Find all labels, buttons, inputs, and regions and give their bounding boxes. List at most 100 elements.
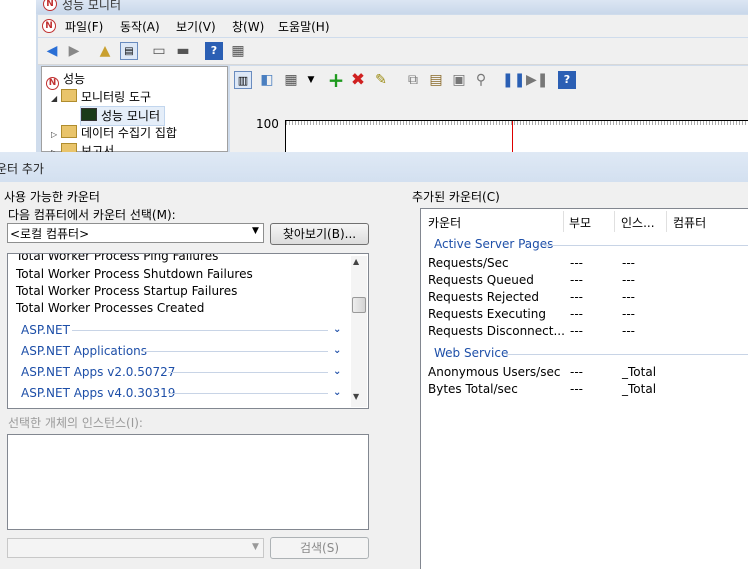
table-cell-counter[interactable]: Bytes Total/sec [428, 382, 518, 396]
browse-button[interactable]: 찾아보기(B)... [270, 223, 369, 245]
table-cell-counter[interactable]: Anonymous Users/sec [428, 365, 560, 379]
action-pane-icon[interactable]: ▦ [229, 42, 247, 60]
column-separator[interactable] [614, 211, 615, 232]
paste-counter-list-icon[interactable]: ▤ [427, 71, 445, 89]
column-header-parent[interactable]: 부모 [569, 214, 591, 231]
list-item[interactable]: Total Worker Processes Created [16, 301, 204, 315]
table-cell-counter[interactable]: Requests/Sec [428, 256, 509, 270]
scroll-down-icon[interactable]: ▼ [353, 392, 359, 401]
copy-properties-icon[interactable]: ⧉ [404, 71, 422, 89]
menu-help[interactable]: 도움말(H) [278, 18, 330, 35]
scrollbar-thumb[interactable] [352, 297, 366, 313]
category-divider [72, 330, 328, 331]
chevron-down-icon[interactable]: ⌄ [333, 366, 341, 377]
list-item[interactable]: Total Worker Process Ping Failures [16, 254, 218, 263]
column-separator[interactable] [563, 211, 564, 232]
graph-type-dropdown-icon[interactable]: ▼ [302, 71, 320, 89]
table-cell-instance: --- [622, 290, 635, 304]
change-graph-type-icon[interactable]: ▦ [282, 71, 300, 89]
zoom-icon[interactable]: ⚲ [472, 71, 490, 89]
tree-label: 데이터 수집기 집합 [81, 126, 177, 140]
table-cell-counter[interactable]: Requests Disconnect... [428, 324, 565, 338]
view-current-activity-icon[interactable]: ▥ [234, 71, 252, 89]
column-header-counter[interactable]: 카운터 [428, 214, 461, 231]
counter-category[interactable]: ASP.NET Applications [21, 344, 147, 358]
properties-icon[interactable]: ▭ [150, 42, 168, 60]
chevron-down-icon[interactable]: ⌄ [333, 345, 341, 356]
table-cell-instance: --- [622, 307, 635, 321]
group-divider [544, 245, 748, 246]
back-arrow-icon[interactable]: ◀ [43, 42, 61, 60]
print-icon[interactable]: ▬ [174, 42, 192, 60]
menu-action[interactable]: 동작(A) [120, 18, 160, 35]
help-icon[interactable]: ? [558, 71, 576, 89]
menu-app-icon[interactable]: N [42, 19, 56, 33]
perfmon-menubar: N 파일(F) 동작(A) 보기(V) 창(W) 도움말(H) [38, 15, 748, 37]
tree-label: 모니터링 도구 [81, 90, 152, 104]
available-counters-label: 사용 가능한 카운터 [4, 190, 100, 204]
chevron-down-icon[interactable]: ⌄ [333, 324, 341, 335]
delete-counter-icon[interactable]: ✖ [349, 71, 367, 89]
update-data-icon[interactable]: ▶❚ [526, 71, 549, 89]
graph-toolbar: ▥ ◧ ▦ ▼ + ✖ ✎ ⧉ ▤ ▣ ⚲ ❚❚ ▶❚ ? [232, 69, 748, 95]
counter-list-scrollbar[interactable] [351, 256, 367, 407]
up-folder-icon[interactable]: ▲ [96, 42, 114, 60]
graph-gridline [286, 121, 748, 125]
highlight-icon[interactable]: ✎ [372, 71, 390, 89]
add-counter-icon[interactable]: + [327, 70, 345, 90]
perfmon-title: 성능 모니터 [62, 0, 122, 12]
graph-y-max-label: 100 [256, 117, 279, 131]
table-cell-counter[interactable]: Requests Rejected [428, 290, 539, 304]
group-header: Active Server Pages [434, 237, 554, 251]
group-divider [506, 354, 748, 355]
perfmon-titlebar [36, 0, 748, 14]
folder-icon [61, 125, 77, 138]
chevron-down-icon[interactable]: ▼ [252, 226, 259, 236]
table-cell-instance: --- [622, 256, 635, 270]
chevron-down-icon[interactable]: ⌄ [333, 387, 341, 398]
collapse-icon[interactable]: ◢ [51, 94, 61, 103]
scroll-up-icon[interactable]: ▲ [353, 257, 359, 266]
counter-category[interactable]: ASP.NET Apps v4.0.30319 [21, 386, 175, 400]
table-cell-instance: _Total [622, 365, 657, 379]
machine-select-value: <로컬 컴퓨터> [10, 227, 90, 241]
counter-category[interactable]: ASP.NET Apps v2.0.50727 [21, 365, 175, 379]
menu-view[interactable]: 보기(V) [176, 18, 216, 35]
list-item[interactable]: Total Worker Process Shutdown Failures [16, 267, 253, 281]
tree-label: 성능 [63, 72, 86, 86]
tree-item-data-collector-sets[interactable]: ▷ 데이터 수집기 집합 [51, 124, 177, 142]
counter-category[interactable]: ASP.NET [21, 323, 70, 337]
forward-arrow-icon[interactable]: ▶ [65, 42, 83, 60]
select-from-label: 다음 컴퓨터에서 카운터 선택(M): [8, 208, 176, 222]
tree-item-monitoring-tools[interactable]: ◢ 모니터링 도구 [51, 88, 151, 106]
list-item[interactable]: Total Worker Process Startup Failures [16, 284, 237, 298]
performance-monitor-icon [81, 108, 97, 121]
instances-label: 선택한 개체의 인스턴스(I): [8, 416, 143, 430]
menu-window[interactable]: 창(W) [232, 18, 264, 35]
table-cell-counter[interactable]: Requests Queued [428, 273, 534, 287]
freeze-display-icon[interactable]: ❚❚ [502, 71, 525, 89]
perfmon-toolbar: ◀ ▶ ▲ ▤ ▭ ▬ ? ▦ [38, 38, 748, 65]
navigation-tree: N성능 ◢모니터링 도구 성능 모니터 ▷데이터 수집기 집합 ▷보고서 [41, 66, 228, 158]
column-separator[interactable] [666, 211, 667, 232]
column-header-instance[interactable]: 인스... [621, 214, 655, 231]
expand-icon[interactable]: ▷ [51, 130, 61, 139]
category-divider [142, 351, 328, 352]
column-header-computer[interactable]: 컴퓨터 [673, 214, 706, 231]
available-counter-list[interactable]: Total Worker Process Ping Failures Total… [7, 253, 369, 409]
table-cell-parent: --- [570, 290, 583, 304]
help-icon[interactable]: ? [205, 42, 223, 60]
table-cell-parent: --- [570, 382, 583, 396]
tree-item-performance-monitor[interactable]: 성능 모니터 [80, 106, 166, 126]
category-divider [168, 372, 328, 373]
table-cell-counter[interactable]: Requests Executing [428, 307, 546, 321]
tree-item-performance[interactable]: N 성능 [46, 70, 86, 90]
properties-icon[interactable]: ▣ [450, 71, 468, 89]
view-log-data-icon[interactable]: ◧ [258, 71, 276, 89]
show-hide-tree-icon[interactable]: ▤ [120, 42, 138, 60]
menu-file[interactable]: 파일(F) [65, 18, 103, 35]
table-cell-instance: --- [622, 273, 635, 287]
table-cell-instance: --- [622, 324, 635, 338]
folder-icon [61, 89, 77, 102]
instances-list[interactable] [7, 434, 369, 530]
